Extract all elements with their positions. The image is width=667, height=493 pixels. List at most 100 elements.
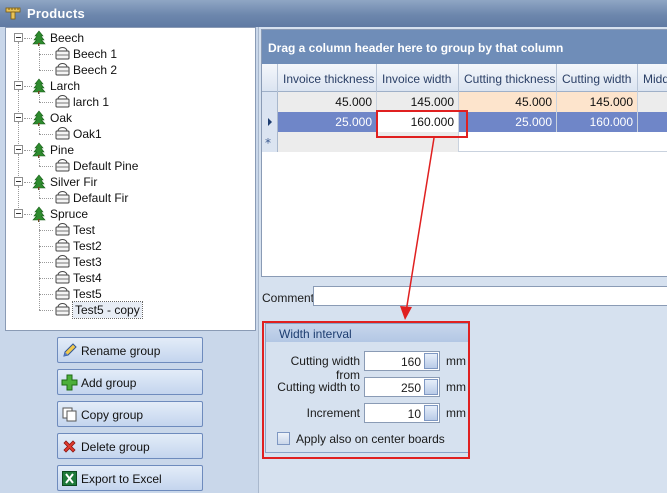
increment-label: Increment [306,406,360,420]
column-header[interactable]: Cutting width [557,64,638,92]
saw-icon [55,271,70,285]
saw-icon [55,95,70,109]
tree-group-2[interactable]: Oak [6,110,254,126]
increment-spinner[interactable]: 10 [364,403,440,423]
tree-item[interactable]: Test [6,222,254,238]
tree-item-label: Default Fir [73,191,129,205]
tree-item-label: Test2 [73,239,102,253]
table-cell[interactable]: 160.000 [557,112,638,132]
table-cell[interactable]: 145.000 [557,92,638,112]
column-header[interactable]: Invoice thickness [278,64,377,92]
tree-item-label: larch 1 [73,95,110,109]
column-header[interactable]: Middle [638,64,667,92]
table-cell[interactable] [638,92,667,112]
tree-item-label: Test3 [73,255,102,269]
apply-center-boards-checkbox[interactable] [277,432,290,445]
collapse-icon[interactable] [14,113,23,122]
collapse-icon[interactable] [14,145,23,154]
ruler-icon [5,7,21,20]
new-row-star-icon: * [262,132,278,152]
add-group-button[interactable]: Add group [57,369,203,395]
unit-label: mm [446,406,466,420]
table-cell[interactable]: 25.000 [278,112,377,132]
tree-group-label: Oak [50,111,73,125]
tree-group-label: Silver Fir [50,175,98,189]
tree-item[interactable]: Beech 1 [6,46,254,62]
export-excel-button[interactable]: Export to Excel [57,465,203,491]
tree-group-3[interactable]: Pine [6,142,254,158]
saw-icon [55,223,70,237]
pencil-icon [63,343,77,357]
grid-header-row: Invoice thickness Invoice width Cutting th… [262,64,667,92]
tree-item-label: Test5 [73,287,102,301]
tree-item[interactable]: Test3 [6,254,254,270]
saw-icon [55,127,70,141]
table-cell[interactable]: 25.000 [459,112,557,132]
tree-group-4[interactable]: Silver Fir [6,174,254,190]
tree-item[interactable]: Test5 - copy [6,301,254,319]
column-header[interactable]: Cutting thickness [459,64,557,92]
left-panel: Beech Beech 1 Beech 2 Larch larch 1 Oak Oak1 Pi… [0,27,258,493]
unit-label: mm [446,354,466,368]
spin-arrows-icon[interactable] [424,379,438,395]
table-cell[interactable]: 145.000 [377,92,459,112]
new-row[interactable]: * [262,132,667,152]
row-indicator[interactable] [262,92,278,112]
table-row[interactable]: 45.000 145.000 45.000 145.000 [262,92,667,112]
width-interval-group: Width interval Cutting width from 160 mm… [265,323,469,453]
unit-label: mm [446,380,466,394]
saw-icon [55,159,70,173]
table-cell[interactable] [638,112,667,132]
saw-icon [55,239,70,253]
tree-item[interactable]: Test4 [6,270,254,286]
rename-group-button[interactable]: Rename group [57,337,203,363]
column-header[interactable]: Invoice width [377,64,459,92]
tree-item[interactable]: Test2 [6,238,254,254]
collapse-icon[interactable] [14,177,23,186]
collapse-icon[interactable] [14,209,23,218]
comment-input[interactable] [313,286,667,306]
tree-item-label: Test5 - copy [72,301,143,319]
new-row-cell[interactable] [278,132,459,152]
saw-icon [55,303,70,317]
delete-group-button[interactable]: Delete group [57,433,203,459]
collapse-icon[interactable] [14,81,23,90]
table-cell[interactable]: 45.000 [278,92,377,112]
cutting-width-to-spinner[interactable]: 250 [364,377,440,397]
tree-group-0[interactable]: Beech [6,30,254,46]
tree-item[interactable]: Default Pine [6,158,254,174]
group-by-panel[interactable]: Drag a column header here to group by th… [262,30,667,64]
apply-center-boards-label[interactable]: Apply also on center boards [296,432,445,446]
tree-group-5[interactable]: Spruce [6,206,254,222]
cutting-width-to-label: Cutting width to [277,380,360,394]
tree-group-label: Larch [50,79,81,93]
tree-item[interactable]: Default Fir [6,190,254,206]
copy-group-button[interactable]: Copy group [57,401,203,427]
plus-icon [61,374,78,391]
data-grid: Drag a column header here to group by th… [261,29,667,277]
row-indicator-header [262,64,278,92]
cutting-width-from-label: Cutting width from [290,354,360,382]
window-title-bar: Products [0,0,667,27]
window-title: Products [27,6,85,21]
tree-item[interactable]: Oak1 [6,126,254,142]
cutting-width-from-spinner[interactable]: 160 [364,351,440,371]
spin-arrows-icon[interactable] [424,353,438,369]
tree-group-label: Beech [50,31,85,45]
table-row[interactable]: 25.000 160.000 25.000 160.000 [262,112,667,132]
saw-icon [55,47,70,61]
current-row-arrow-icon[interactable] [262,112,278,132]
tree-group-1[interactable]: Larch [6,78,254,94]
spin-arrows-icon[interactable] [424,405,438,421]
tree-item[interactable]: Beech 2 [6,62,254,78]
table-cell[interactable]: 45.000 [459,92,557,112]
tree-item[interactable]: larch 1 [6,94,254,110]
excel-icon [62,471,77,486]
tree-item-label: Test [73,223,96,237]
tree-group-label: Pine [50,143,75,157]
product-tree[interactable]: Beech Beech 1 Beech 2 Larch larch 1 Oak Oak1 Pi… [5,27,256,331]
table-cell[interactable]: 160.000 [377,112,459,132]
comment-label: Comment [262,291,315,305]
tree-item[interactable]: Test5 [6,286,254,302]
collapse-icon[interactable] [14,33,23,42]
